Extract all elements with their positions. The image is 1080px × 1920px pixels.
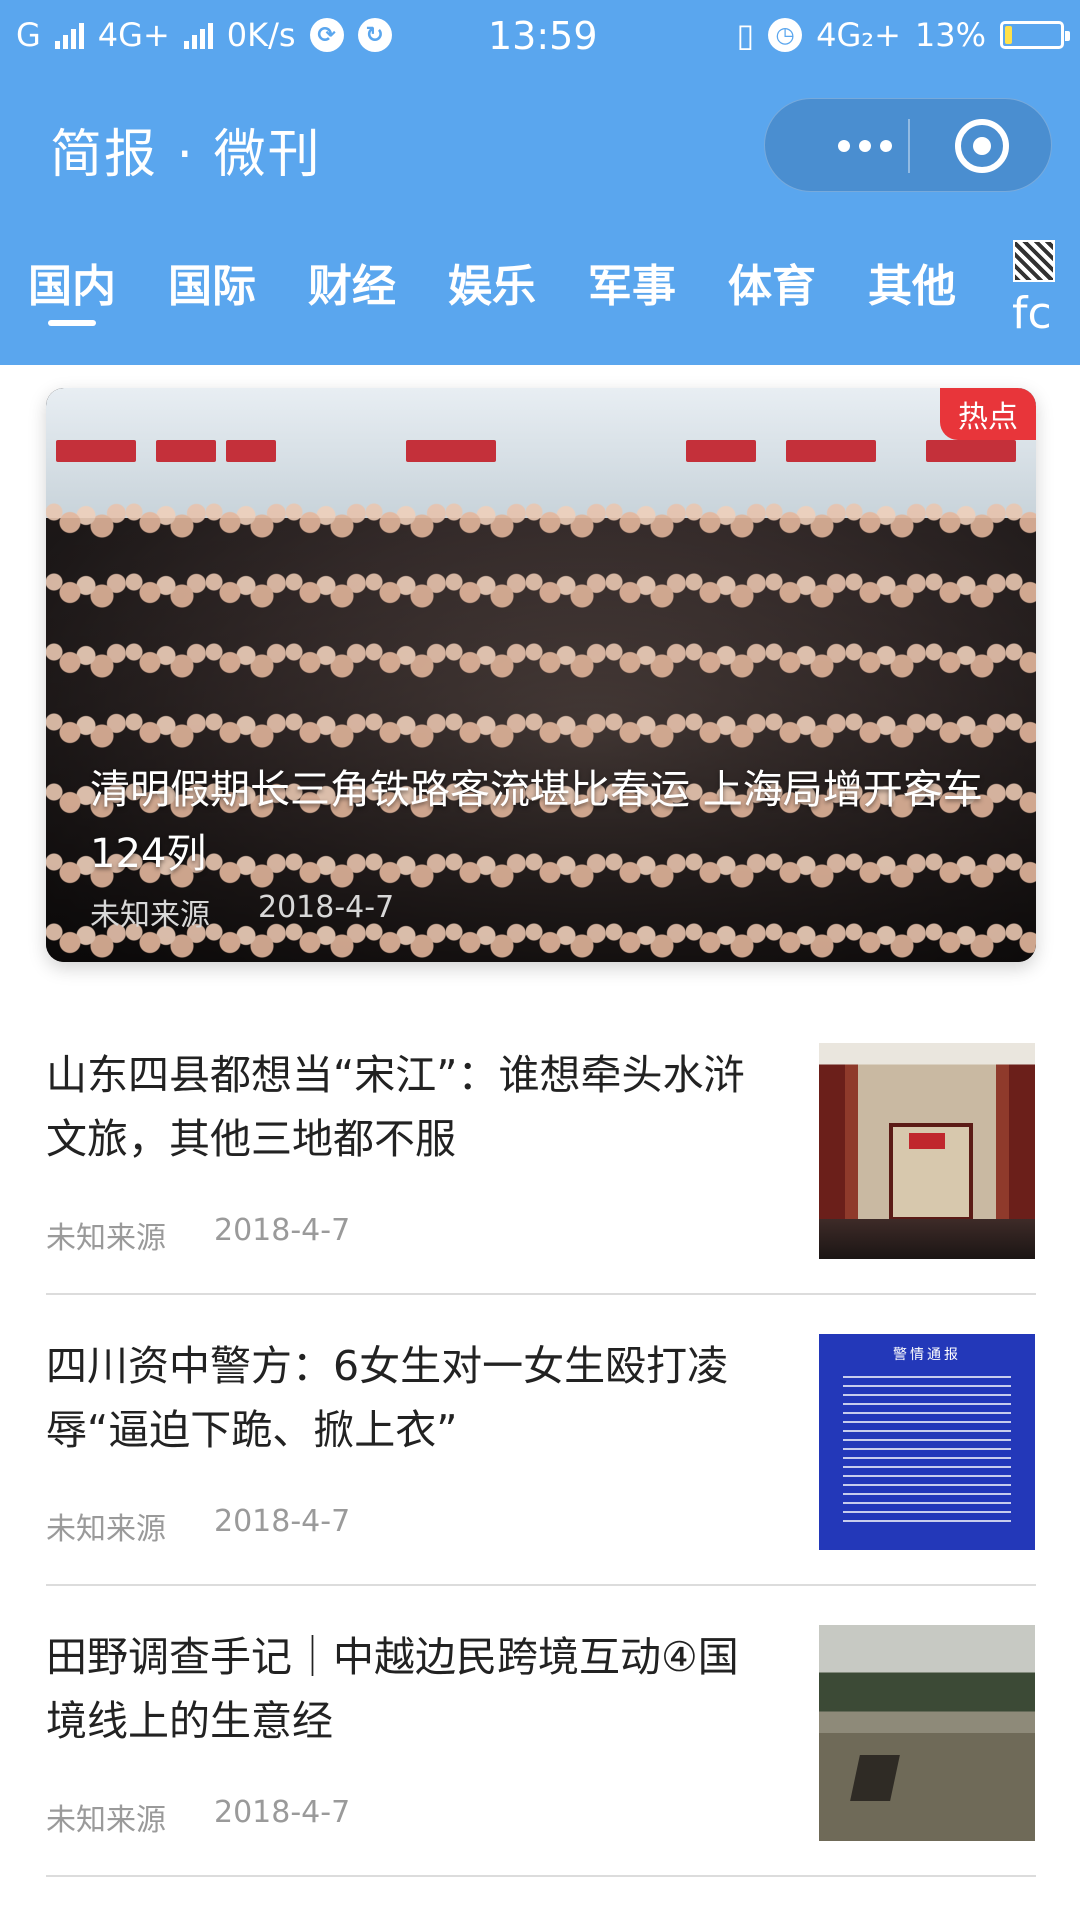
article-date: 2018-4-7 xyxy=(214,1213,351,1248)
article-item[interactable]: 田野调查手记｜中越边民跨境互动④国境线上的生意经 未知来源 2018-4-7 xyxy=(46,1625,1036,1877)
article-title[interactable]: 田野调查手记｜中越边民跨境互动④国境线上的生意经 xyxy=(46,1625,776,1753)
mini-program-capsule xyxy=(764,98,1052,192)
tab-domestic[interactable]: 国内 xyxy=(28,250,116,326)
hot-badge: 热点 xyxy=(940,388,1036,440)
tab-other[interactable]: 其他 xyxy=(868,250,956,314)
qr-code-icon[interactable] xyxy=(1013,240,1055,282)
featured-date: 2018-4-7 xyxy=(258,890,395,925)
featured-source: 未知来源 xyxy=(90,898,210,933)
alarm-icon: ◷ xyxy=(768,18,803,52)
sync-icon: ⟳ xyxy=(309,18,344,52)
notice-heading: 警情通报 xyxy=(893,1347,961,1363)
more-dot-icon xyxy=(859,140,871,152)
capsule-divider xyxy=(908,119,910,173)
article-date: 2018-4-7 xyxy=(214,1504,351,1539)
tab-entertainment[interactable]: 娱乐 xyxy=(448,250,536,314)
clock: 13:59 xyxy=(488,14,598,58)
divider xyxy=(46,1293,1036,1295)
tab-finance[interactable]: 财经 xyxy=(308,250,396,314)
signal-icon xyxy=(54,21,84,49)
more-button[interactable] xyxy=(805,99,925,193)
network2-label: 4G₂+ xyxy=(816,16,901,54)
article-title[interactable]: 四川资中警方：6女生对一女生殴打凌辱“逼迫下跪、掀上衣” xyxy=(46,1334,776,1462)
article-meta: 未知来源 2018-4-7 xyxy=(46,1504,350,1548)
article-thumbnail[interactable] xyxy=(819,1043,1035,1259)
corner-label[interactable]: fc xyxy=(1012,288,1052,339)
battery-icon xyxy=(1000,21,1070,49)
article-date: 2018-4-7 xyxy=(214,1795,351,1830)
status-left: G 4G+ 0K/s ⟳ ↻ xyxy=(16,16,392,54)
more-dot-icon xyxy=(880,140,892,152)
featured-article[interactable]: 热点 清明假期长三角铁路客流堪比春运 上海局增开客车124列 未知来源 2018… xyxy=(46,388,1036,962)
featured-title[interactable]: 清明假期长三角铁路客流堪比春运 上海局增开客车124列 xyxy=(90,758,990,886)
carrier-label: G xyxy=(16,16,41,54)
status-bar: G 4G+ 0K/s ⟳ ↻ 13:59 ▯ ◷ 4G₂+ 13% xyxy=(0,0,1080,76)
article-title[interactable]: 山东四县都想当“宋江”：谁想牵头水浒文旅，其他三地都不服 xyxy=(46,1043,776,1171)
status-right: ▯ ◷ 4G₂+ 13% xyxy=(736,16,1070,54)
battery-label: 13% xyxy=(914,16,986,54)
close-button[interactable] xyxy=(955,119,1009,173)
divider xyxy=(46,1584,1036,1586)
article-source: 未知来源 xyxy=(46,1221,166,1256)
network-label: 4G+ xyxy=(97,16,170,54)
article-meta: 未知来源 2018-4-7 xyxy=(46,1213,350,1257)
battery-fill xyxy=(1005,26,1013,44)
app-header: G 4G+ 0K/s ⟳ ↻ 13:59 ▯ ◷ 4G₂+ 13% 简报 · 微… xyxy=(0,0,1080,365)
article-thumbnail[interactable]: 警情通报 xyxy=(819,1334,1035,1550)
close-dot-icon xyxy=(973,137,991,155)
featured-meta: 未知来源 2018-4-7 xyxy=(90,890,394,934)
tab-military[interactable]: 军事 xyxy=(588,250,676,314)
article-thumbnail[interactable] xyxy=(819,1625,1035,1841)
app-title: 简报 · 微刊 xyxy=(50,125,322,185)
vibrate-icon: ▯ xyxy=(736,16,755,54)
refresh-icon: ↻ xyxy=(357,18,392,52)
article-meta: 未知来源 2018-4-7 xyxy=(46,1795,350,1839)
category-tabs: 国内 国际 财经 娱乐 军事 体育 其他 xyxy=(0,250,1080,350)
article-source: 未知来源 xyxy=(46,1803,166,1838)
notice-text-graphic xyxy=(843,1376,1011,1526)
tab-sports[interactable]: 体育 xyxy=(728,250,816,314)
article-item[interactable]: 四川资中警方：6女生对一女生殴打凌辱“逼迫下跪、掀上衣” 未知来源 2018-4… xyxy=(46,1334,1036,1586)
more-dot-icon xyxy=(838,140,850,152)
article-item[interactable]: 山东四县都想当“宋江”：谁想牵头水浒文旅，其他三地都不服 未知来源 2018-4… xyxy=(46,1043,1036,1295)
speed-label: 0K/s xyxy=(226,16,296,54)
article-source: 未知来源 xyxy=(46,1512,166,1547)
divider xyxy=(46,1875,1036,1877)
tab-international[interactable]: 国际 xyxy=(168,250,256,314)
signal-icon-2 xyxy=(183,21,213,49)
